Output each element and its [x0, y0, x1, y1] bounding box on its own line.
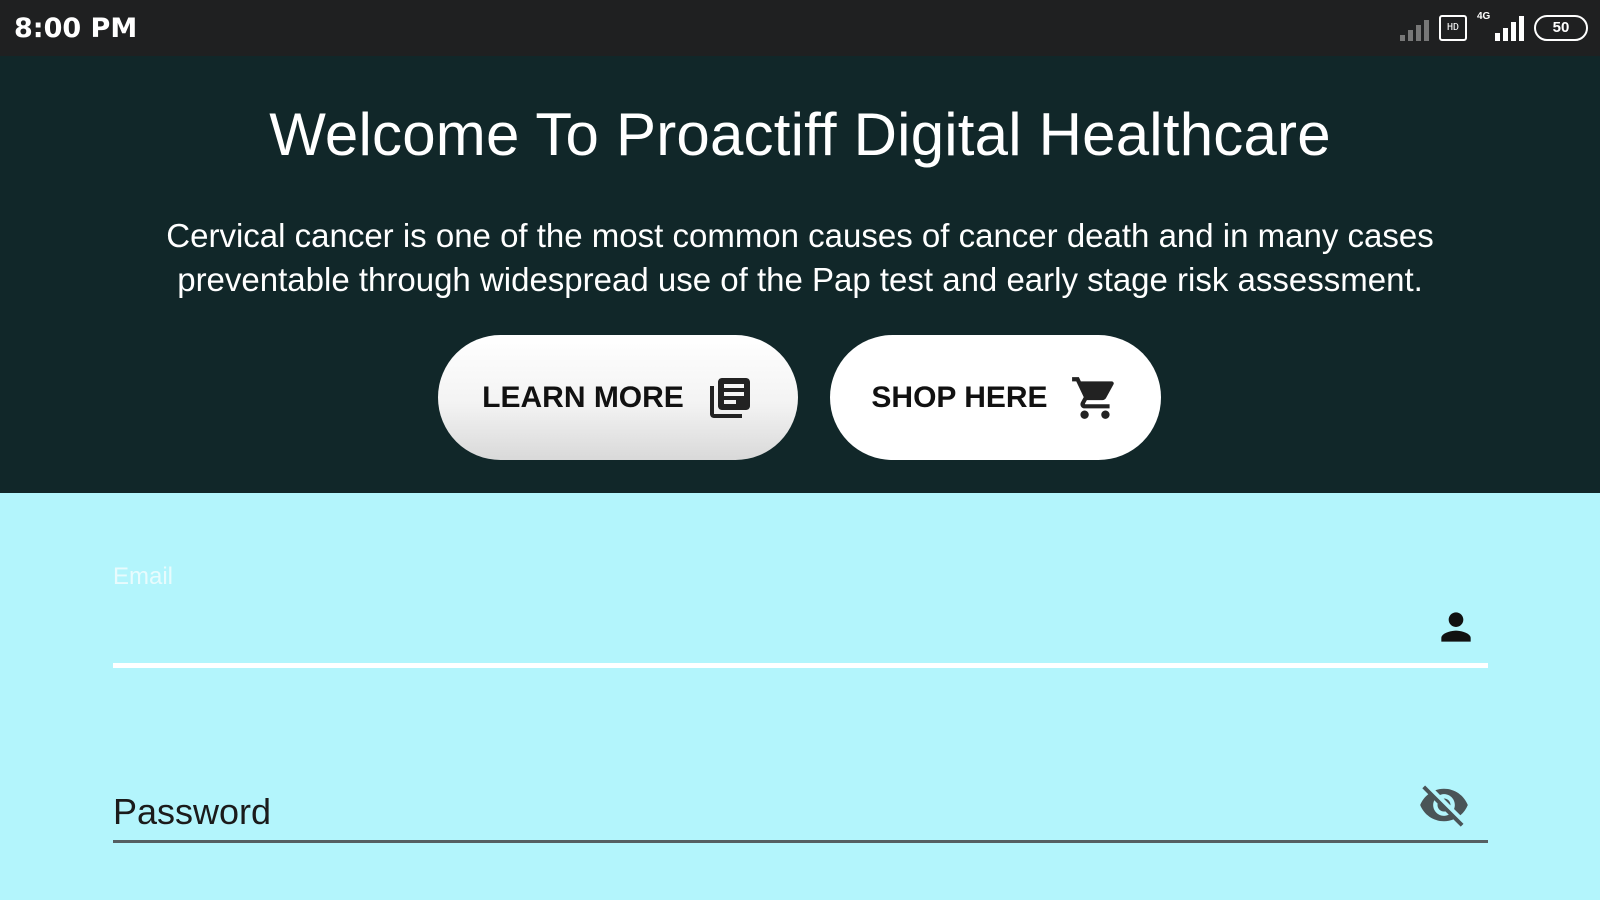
- battery-level: 50: [1552, 19, 1570, 36]
- password-field-group: [113, 763, 1488, 843]
- network-label: 4G: [1477, 11, 1491, 22]
- learn-more-button[interactable]: LEARN MORE: [438, 335, 798, 460]
- newspaper-icon: [706, 374, 754, 422]
- hero-description: Cervical cancer is one of the most commo…: [80, 214, 1520, 302]
- email-underline: [113, 663, 1488, 668]
- page-title: Welcome To Proactiff Digital Healthcare: [269, 101, 1331, 168]
- email-label: Email: [113, 563, 174, 590]
- person-icon: [1434, 605, 1478, 654]
- visibility-off-icon[interactable]: [1418, 779, 1470, 836]
- hero-section: Welcome To Proactiff Digital Healthcare …: [0, 56, 1600, 493]
- email-field[interactable]: [113, 612, 1413, 662]
- password-field[interactable]: [113, 787, 1413, 837]
- email-field-group: Email: [113, 563, 1488, 668]
- password-underline: [113, 840, 1488, 843]
- login-form: Email: [0, 493, 1600, 900]
- signal-4g-icon: 4G: [1477, 11, 1524, 41]
- shopping-cart-icon: [1070, 373, 1120, 423]
- status-icons: HD 4G 50: [1400, 11, 1588, 44]
- status-bar: 8:00 PM HD 4G 50: [0, 0, 1600, 56]
- status-time: 8:00 PM: [14, 13, 138, 44]
- shop-here-button[interactable]: SHOP HERE: [830, 335, 1161, 460]
- learn-more-label: LEARN MORE: [482, 380, 684, 414]
- battery-icon: 50: [1534, 15, 1588, 41]
- hero-buttons: LEARN MORE SHOP HERE: [0, 335, 1600, 460]
- hero-description-line-2: preventable through widespread use of th…: [177, 261, 1423, 298]
- shop-here-label: SHOP HERE: [871, 380, 1048, 414]
- signal-weak-icon: [1400, 15, 1429, 41]
- hero-description-line-1: Cervical cancer is one of the most commo…: [166, 217, 1434, 254]
- sim-card-icon: HD: [1439, 15, 1467, 41]
